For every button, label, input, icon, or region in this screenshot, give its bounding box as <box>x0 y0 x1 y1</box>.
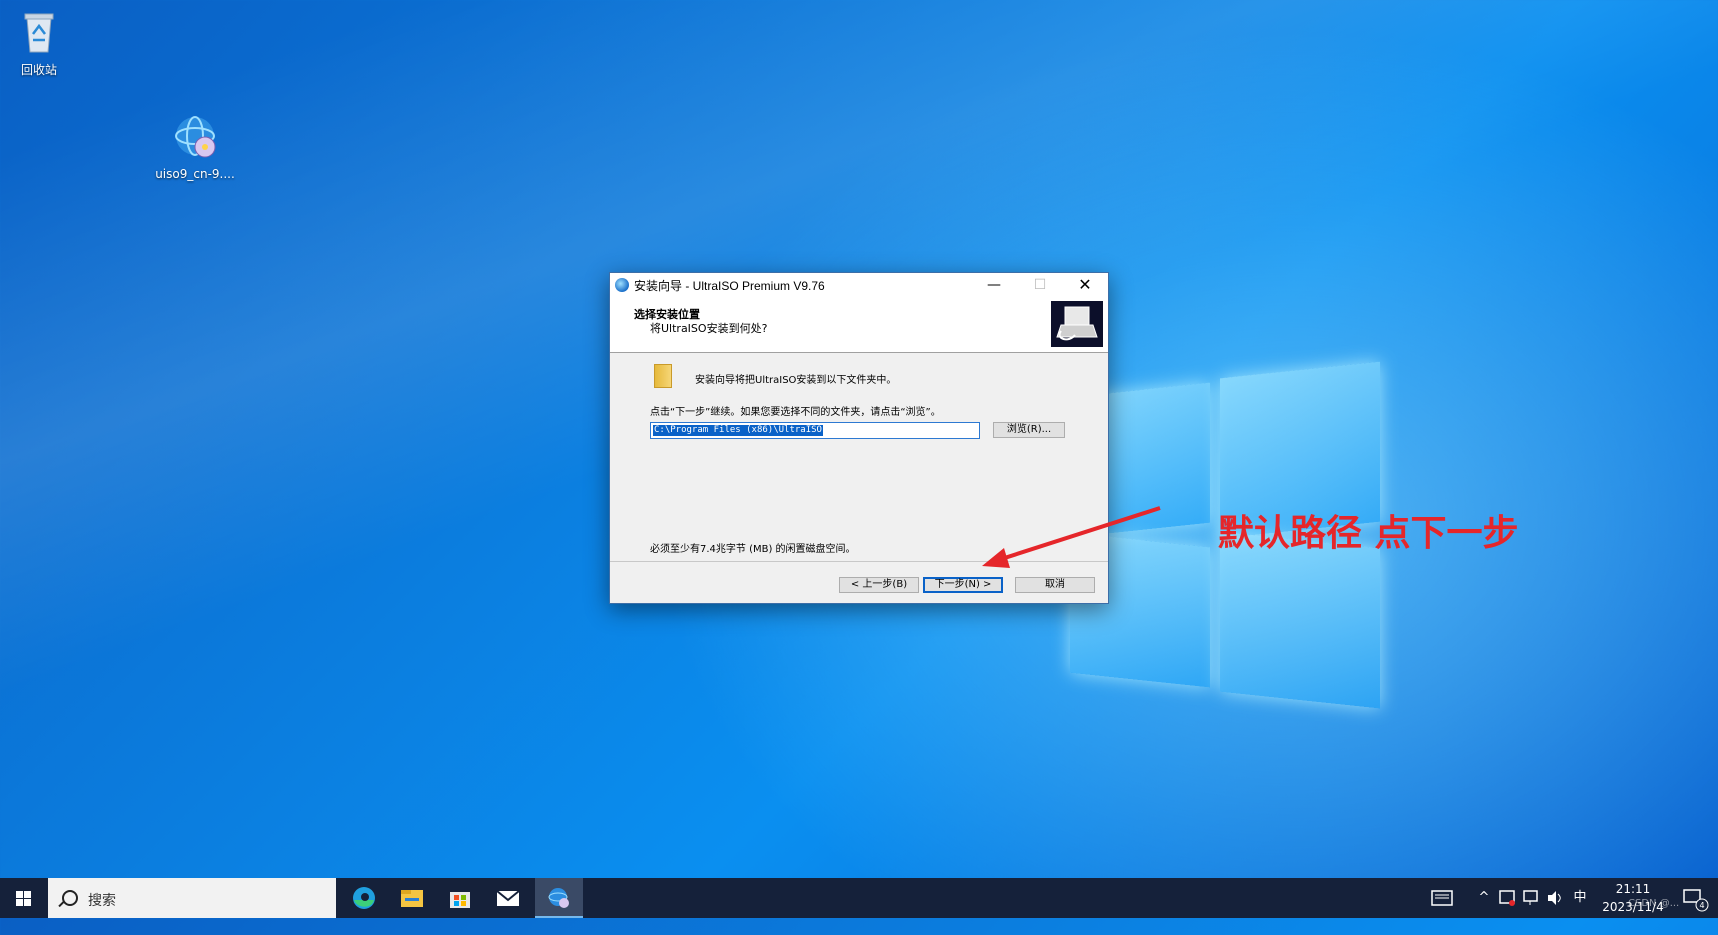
recycle-bin-icon <box>0 8 84 57</box>
next-button[interactable]: 下一步(N) > <box>923 577 1003 593</box>
volume-icon[interactable] <box>1544 878 1566 918</box>
ultraiso-icon[interactable] <box>535 878 583 918</box>
desktop-icon-recycle-bin[interactable]: 回收站 <box>0 8 84 78</box>
install-path-value: C:\Program Files (x86)\UltraISO <box>653 425 823 436</box>
instruction-text: 点击“下一步”继续。如果您要选择不同的文件夹，请点击“浏览”。 <box>650 407 941 418</box>
maximize-button: ☐ <box>1033 277 1047 293</box>
install-destination-text: 安装向导将把UltraISO安装到以下文件夹中。 <box>695 375 897 386</box>
taskview-icon[interactable] <box>1424 878 1460 918</box>
folder-icon <box>654 364 672 388</box>
installer-computer-icon <box>1051 301 1103 347</box>
close-button[interactable]: ✕ <box>1062 273 1108 297</box>
ime-indicator[interactable]: 中 <box>1568 878 1592 918</box>
notification-center-icon[interactable]: 4 <box>1676 878 1712 918</box>
defender-icon[interactable] <box>1496 878 1518 918</box>
notification-count: 4 <box>1699 901 1704 910</box>
page-subtitle: 将UltraISO安装到何处? <box>650 322 768 335</box>
taskbar-search-box[interactable]: 搜索 <box>48 878 336 918</box>
ultraiso-app-icon <box>615 278 629 292</box>
taskbar: 搜索 ^ 中 21:11 2023/11/4 4 <box>0 878 1718 918</box>
cancel-button[interactable]: 取消 <box>1015 577 1095 593</box>
wizard-header: 选择安装位置 将UltraISO安装到何处? <box>610 297 1108 353</box>
browse-button[interactable]: 浏览(R)... <box>993 422 1065 438</box>
mail-icon[interactable] <box>484 878 532 918</box>
dialog-titlebar[interactable]: 安装向导 - UltraISO Premium V9.76 — ☐ ✕ <box>610 273 1108 297</box>
start-button[interactable] <box>0 878 48 918</box>
minimize-button[interactable]: — <box>971 273 1017 297</box>
windows-start-icon <box>16 891 31 906</box>
chevron-up-icon[interactable]: ^ <box>1474 878 1494 918</box>
back-button[interactable]: < 上一步(B) <box>839 577 919 593</box>
install-path-input[interactable]: C:\Program Files (x86)\UltraISO <box>650 422 980 439</box>
desktop-icon-uiso-installer[interactable]: uiso9_cn-9.... <box>150 114 240 181</box>
dialog-title: 安装向导 - UltraISO Premium V9.76 <box>634 279 825 293</box>
annotation-text: 默认路径 点下一步 <box>1218 513 1519 554</box>
network-icon[interactable] <box>1520 878 1542 918</box>
clock-time: 21:11 <box>1615 882 1651 896</box>
desktop-icon-label: uiso9_cn-9.... <box>155 167 235 181</box>
edge-icon[interactable] <box>340 878 388 918</box>
ultraiso-disc-icon <box>150 114 240 163</box>
watermark-text: CSDN @... <box>1628 898 1680 909</box>
desktop-icon-label: 回收站 <box>20 63 57 77</box>
installer-dialog: 安装向导 - UltraISO Premium V9.76 — ☐ ✕ 选择安装… <box>609 272 1109 604</box>
file-explorer-icon[interactable] <box>388 878 436 918</box>
search-icon <box>62 890 78 906</box>
footer-divider <box>610 561 1108 562</box>
disk-space-text: 必须至少有7.4兆字节 (MB) 的闲置磁盘空间。 <box>650 544 856 555</box>
store-icon[interactable] <box>436 878 484 918</box>
search-placeholder: 搜索 <box>88 893 116 909</box>
wizard-body: 安装向导将把UltraISO安装到以下文件夹中。 点击“下一步”继续。如果您要选… <box>610 353 1108 555</box>
